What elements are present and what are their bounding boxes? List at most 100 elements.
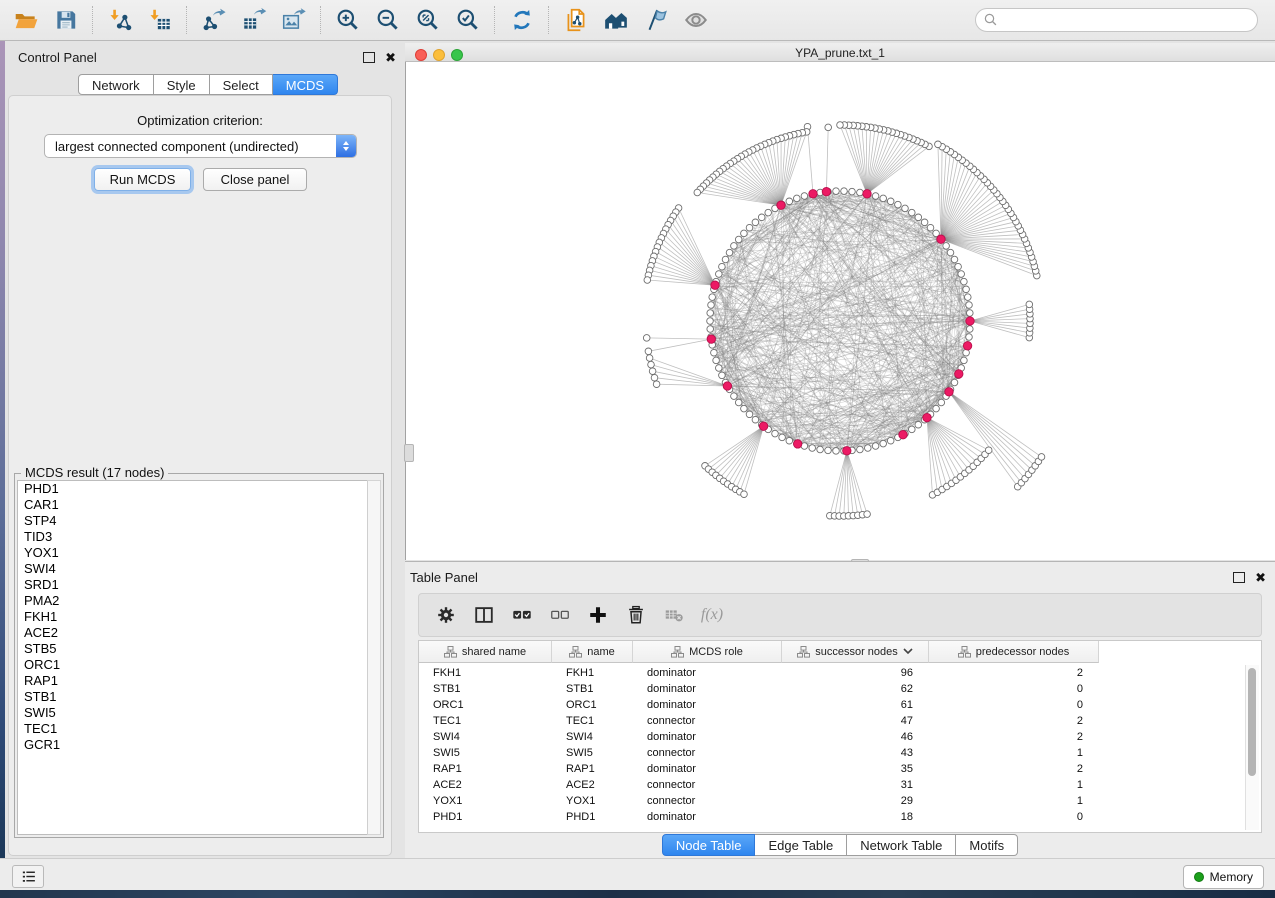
close-table-panel-icon[interactable]: ✖ [1255,571,1266,584]
add-column-button[interactable] [579,597,617,633]
graph-node[interactable] [735,399,742,406]
table-cell[interactable]: 43 [782,745,929,761]
mcds-result-item[interactable]: PHD1 [18,481,368,497]
graph-node[interactable] [967,310,974,317]
function-builder-button[interactable]: f(x) [693,597,731,633]
table-cell[interactable]: dominator [633,665,782,681]
close-panel-button[interactable]: Close panel [203,168,307,191]
graph-satellite-node[interactable] [985,447,992,454]
graph-node[interactable] [719,372,726,379]
graph-node[interactable] [709,294,716,301]
tab-style[interactable]: Style [154,74,210,95]
delete-column-button[interactable] [617,597,655,633]
mcds-result-item[interactable]: ORC1 [18,657,368,673]
graph-node[interactable] [786,198,793,205]
graph-node[interactable] [711,349,718,356]
tab-network-table[interactable]: Network Table [847,834,956,856]
table-cell[interactable]: 18 [782,809,929,825]
graph-node[interactable] [707,318,714,325]
graph-node[interactable] [794,195,801,202]
export-table-button[interactable] [234,3,274,37]
graph-node[interactable] [902,205,909,212]
column-header-predecessor-nodes[interactable]: predecessor nodes [929,641,1099,663]
mcds-hub-node[interactable] [777,201,785,209]
table-cell[interactable]: dominator [633,729,782,745]
table-row[interactable]: STB1STB1dominator620 [419,681,1099,697]
table-cell[interactable]: 29 [782,793,929,809]
table-cell[interactable]: 46 [782,729,929,745]
tab-edge-table[interactable]: Edge Table [755,834,847,856]
mcds-hub-node[interactable] [863,190,871,198]
table-cell[interactable]: connector [633,713,782,729]
mcds-hub-node[interactable] [899,431,907,439]
graph-node[interactable] [921,219,928,226]
graph-satellite-node[interactable] [651,374,658,381]
task-history-button[interactable] [12,865,44,888]
graph-node[interactable] [707,310,714,317]
table-cell[interactable]: 1 [929,777,1099,793]
table-cell[interactable]: ACE2 [419,777,552,793]
mcds-result-list[interactable]: PHD1CAR1STP4TID3YOX1SWI4SRD1PMA2FKH1ACE2… [17,480,369,835]
table-cell[interactable]: SWI4 [419,729,552,745]
table-cell[interactable]: 61 [782,697,929,713]
table-cell[interactable]: YOX1 [552,793,633,809]
table-cell[interactable]: ORC1 [419,697,552,713]
table-cell[interactable]: 31 [782,777,929,793]
graph-node[interactable] [857,446,864,453]
mcds-result-item[interactable]: SWI5 [18,705,368,721]
graph-node[interactable] [965,294,972,301]
table-row[interactable]: YOX1YOX1connector291 [419,793,1099,809]
graph-node[interactable] [880,195,887,202]
table-cell[interactable]: PHD1 [552,809,633,825]
network-view[interactable] [405,62,1275,560]
mcds-hub-node[interactable] [759,422,767,430]
graph-node[interactable] [966,302,973,309]
graph-node[interactable] [758,214,765,221]
table-row[interactable]: SWI5SWI5connector431 [419,745,1099,761]
table-cell[interactable]: 35 [782,761,929,777]
graph-node[interactable] [947,249,954,256]
graph-satellite-node[interactable] [825,124,832,131]
graph-node[interactable] [927,224,934,231]
graph-satellite-node[interactable] [1038,454,1045,461]
open-file-button[interactable] [6,3,46,37]
graph-node[interactable] [786,437,793,444]
table-row[interactable]: RAP1RAP1dominator352 [419,761,1099,777]
mcds-hub-node[interactable] [843,447,851,455]
table-cell[interactable]: dominator [633,681,782,697]
graph-node[interactable] [887,198,894,205]
zoom-fit-button[interactable] [408,3,448,37]
table-cell[interactable]: connector [633,777,782,793]
table-row[interactable]: ORC1ORC1dominator610 [419,697,1099,713]
graph-node[interactable] [719,263,726,270]
graph-node[interactable] [958,271,965,278]
graph-satellite-node[interactable] [645,348,652,355]
table-row[interactable]: SWI4SWI4dominator462 [419,729,1099,745]
mcds-result-item[interactable]: STB1 [18,689,368,705]
table-cell[interactable]: TEC1 [419,713,552,729]
graph-node[interactable] [779,434,786,441]
table-cell[interactable]: 0 [929,809,1099,825]
show-eye-button[interactable] [676,3,716,37]
float-table-panel-icon[interactable] [1233,572,1245,583]
export-network-button[interactable] [194,3,234,37]
tab-motifs[interactable]: Motifs [956,834,1018,856]
graph-node[interactable] [966,334,973,341]
table-cell[interactable]: FKH1 [552,665,633,681]
graph-node[interactable] [731,243,738,250]
table-cell[interactable]: 0 [929,681,1099,697]
mcds-result-item[interactable]: YOX1 [18,545,368,561]
mcds-list-scrollbar[interactable] [367,480,381,835]
table-cell[interactable]: 2 [929,665,1099,681]
table-cell[interactable]: TEC1 [552,713,633,729]
table-cell[interactable]: 2 [929,713,1099,729]
tab-node-table[interactable]: Node Table [662,834,756,856]
graph-node[interactable] [716,365,723,372]
graph-node[interactable] [741,230,748,237]
graph-node[interactable] [880,440,887,447]
table-cell[interactable]: 2 [929,761,1099,777]
graph-node[interactable] [933,405,940,412]
graph-node[interactable] [909,209,916,216]
table-cell[interactable]: 2 [929,729,1099,745]
graph-satellite-node[interactable] [648,361,655,368]
